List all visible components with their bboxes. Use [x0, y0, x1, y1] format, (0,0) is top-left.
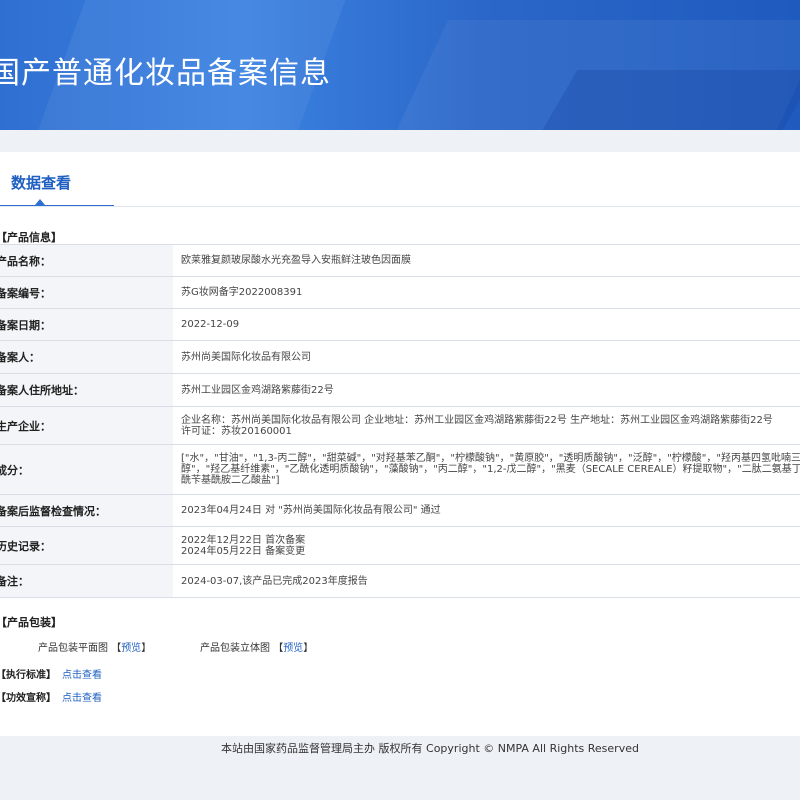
- footer: 本站由国家药品监督管理局主办 版权所有 Copyright © NMPA All…: [0, 736, 800, 800]
- preview-stereo-link[interactable]: 预览: [283, 643, 303, 654]
- product-info-table: 产品名称： 欧莱雅复颜玻尿酸水光充盈导入安瓶鲜注玻色因面膜 备案编号： 苏G妆网…: [0, 244, 800, 598]
- header-gap: [0, 130, 800, 152]
- table-row: 备案编号： 苏G妆网备字2022008391: [0, 277, 800, 309]
- table-row: 历史记录： 2022年12月22日 首次备案 2024年05月22日 备案变更: [0, 527, 800, 565]
- page-title: 国产普通化妆品备案信息: [0, 56, 331, 91]
- row-value: 企业名称：苏州尚美国际化妆品有限公司 企业地址：苏州工业园区金鸡湖路紫藤街22号…: [173, 407, 800, 444]
- table-row: 生产企业： 企业名称：苏州尚美国际化妆品有限公司 企业地址：苏州工业园区金鸡湖路…: [0, 407, 800, 445]
- row-label: 成分：: [0, 445, 173, 494]
- row-label: 生产企业：: [0, 407, 173, 444]
- row-value: 欧莱雅复颜玻尿酸水光充盈导入安瓶鲜注玻色因面膜: [181, 255, 411, 266]
- value-line: 企业名称：苏州尚美国际化妆品有限公司 企业地址：苏州工业园区金鸡湖路紫藤街22号…: [181, 414, 773, 426]
- value-line: 2024年05月22日 备案变更: [181, 545, 306, 557]
- value-line: 醇"，"羟乙基纤维素"，"乙酰化透明质酸钠"，"藻酸钠"，"丙二醇"，"1,2-…: [181, 464, 800, 475]
- value-line: ["水"，"甘油"，"1,3-丙二醇"，"甜菜碱"，"对羟基苯乙酮"，"柠檬酸钠…: [181, 453, 800, 464]
- row-value: 2024-03-07,该产品已完成2023年度报告: [181, 575, 368, 587]
- packaging-row: 产品包装平面图 【预览】 产品包装立体图 【预览】: [0, 639, 800, 654]
- tab-bar: [0, 152, 800, 208]
- efficacy-label: 【功效宣称】: [0, 693, 56, 704]
- row-value: 2022-12-09: [181, 319, 240, 330]
- value-line: 酰苄基酰胺二乙酸盐"]: [181, 475, 280, 486]
- row-label: 产品名称：: [0, 245, 173, 276]
- row-value: 2023年04月24日 对 "苏州尚美国际化妆品有限公司" 通过: [181, 505, 441, 516]
- packaging-flat: 产品包装平面图 【预览】: [38, 639, 151, 654]
- row-value: 苏州尚美国际化妆品有限公司: [181, 351, 311, 363]
- footer-copyright: 本站由国家药品监督管理局主办 版权所有 Copyright © NMPA All…: [221, 742, 639, 755]
- row-value: 2022年12月22日 首次备案 2024年05月22日 备案变更: [173, 527, 800, 564]
- bracket-close: 】: [303, 643, 314, 654]
- packaging-stereo: 产品包装立体图 【预览】: [200, 639, 313, 654]
- row-value: ["水"，"甘油"，"1,3-丙二醇"，"甜菜碱"，"对羟基苯乙酮"，"柠檬酸钠…: [173, 445, 800, 494]
- table-row: 备案日期： 2022-12-09: [0, 309, 800, 341]
- standard-view-link[interactable]: 点击查看: [62, 670, 102, 681]
- section-heading-packaging: 【产品包装】: [0, 616, 62, 629]
- table-row: 成分： ["水"，"甘油"，"1,3-丙二醇"，"甜菜碱"，"对羟基苯乙酮"，"…: [0, 445, 800, 495]
- packaging-flat-label: 产品包装平面图: [38, 643, 108, 654]
- row-label: 备案编号：: [0, 277, 173, 308]
- row-label: 备注：: [0, 565, 173, 597]
- row-value: 苏G妆网备字2022008391: [181, 287, 303, 298]
- value-line: 许可证：苏妆20160001: [181, 425, 292, 437]
- tab-divider: [0, 206, 800, 207]
- value-line: 2022年12月22日 首次备案: [181, 534, 306, 546]
- table-row: 备注： 2024-03-07,该产品已完成2023年度报告: [0, 565, 800, 598]
- table-row: 备案后监督检查情况： 2023年04月24日 对 "苏州尚美国际化妆品有限公司"…: [0, 495, 800, 527]
- section-heading-product-info: 【产品信息】: [0, 231, 62, 244]
- row-label: 备案人住所地址：: [0, 374, 173, 406]
- table-row: 备案人住所地址： 苏州工业园区金鸡湖路紫藤街22号: [0, 374, 800, 407]
- tab-data-view[interactable]: 数据查看: [0, 172, 114, 208]
- row-label: 备案后监督检查情况：: [0, 495, 173, 526]
- row-label: 备案人：: [0, 341, 173, 373]
- bracket-open: 【: [273, 643, 284, 654]
- row-label: 备案日期：: [0, 309, 173, 340]
- banner-decoration: [542, 70, 800, 130]
- table-row: 备案人： 苏州尚美国际化妆品有限公司: [0, 341, 800, 374]
- preview-flat-link[interactable]: 预览: [121, 643, 141, 654]
- efficacy-view-link[interactable]: 点击查看: [62, 693, 102, 704]
- standard-row: 【执行标准】 点击查看: [0, 666, 102, 681]
- row-label: 历史记录：: [0, 527, 173, 564]
- efficacy-row: 【功效宣称】 点击查看: [0, 689, 102, 704]
- bracket-open: 【: [111, 643, 122, 654]
- bracket-close: 】: [141, 643, 152, 654]
- tab-label: 数据查看: [11, 174, 72, 192]
- header-banner: 国产普通化妆品备案信息: [0, 0, 800, 130]
- packaging-stereo-label: 产品包装立体图: [200, 643, 270, 654]
- table-row: 产品名称： 欧莱雅复颜玻尿酸水光充盈导入安瓶鲜注玻色因面膜: [0, 245, 800, 277]
- row-value: 苏州工业园区金鸡湖路紫藤街22号: [181, 384, 334, 396]
- standard-label: 【执行标准】: [0, 670, 56, 681]
